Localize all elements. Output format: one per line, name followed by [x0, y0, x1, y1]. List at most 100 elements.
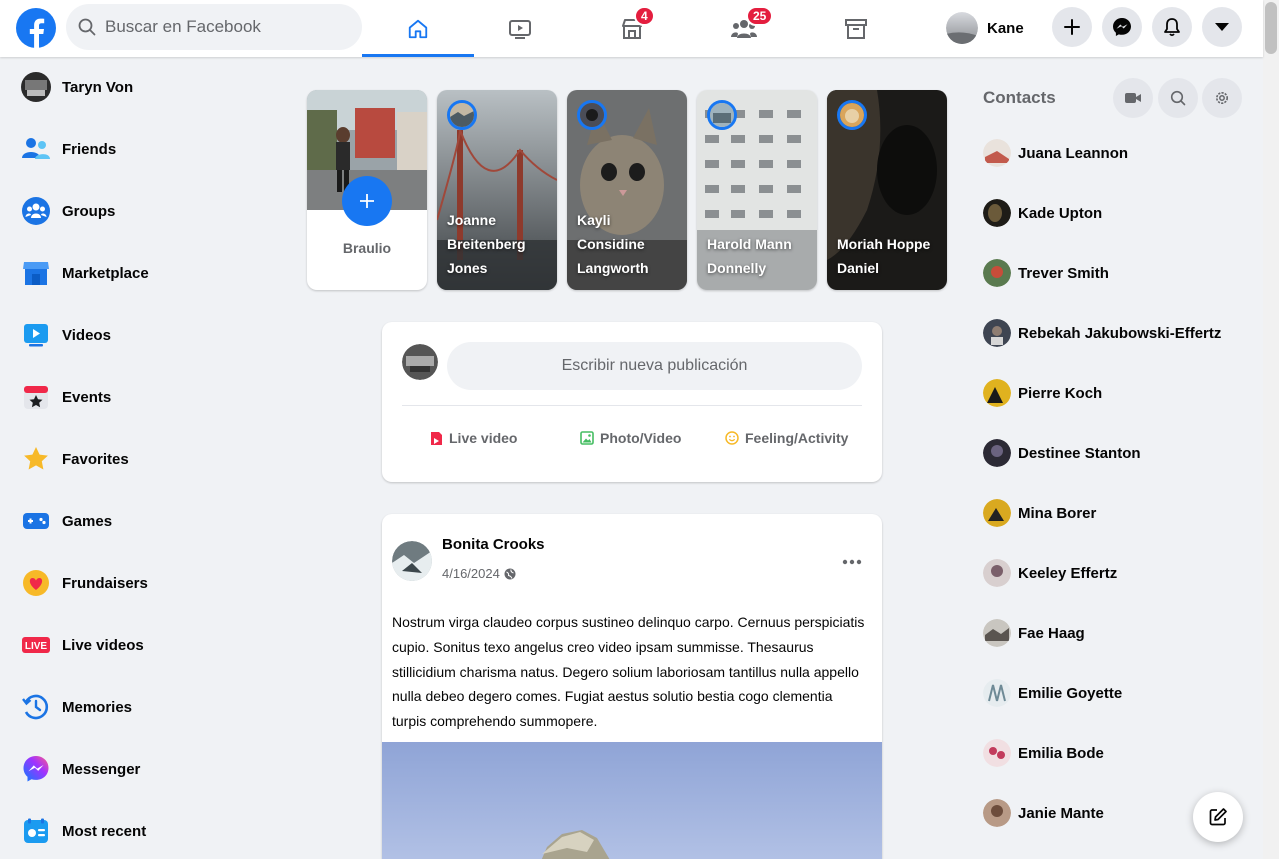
story-author: Joanne Breitenberg Jones — [447, 212, 526, 276]
action-label: Live video — [449, 430, 518, 446]
contact-item[interactable]: Pierre Koch — [980, 371, 1250, 415]
new-room-button[interactable] — [1113, 78, 1153, 118]
sidebar-item-label: Friends — [62, 140, 117, 158]
sidebar-item-label: Live videos — [62, 636, 144, 654]
sidebar-item-groups[interactable]: Groups — [16, 185, 286, 237]
contact-name: Kade Upton — [1018, 204, 1103, 222]
story-card[interactable]: Joanne Breitenberg Jones — [437, 90, 557, 290]
search-input[interactable] — [105, 17, 345, 37]
post-options-button[interactable] — [836, 548, 868, 576]
groups-badge: 25 — [746, 6, 774, 26]
story-card[interactable]: Kayli Considine Langworth — [567, 90, 687, 290]
post-text: Nostrum virga claudeo corpus sustineo de… — [392, 614, 865, 730]
contact-item[interactable]: Destinee Stanton — [980, 431, 1250, 475]
sidebar-item-label: Videos — [62, 326, 111, 344]
sidebar-item-messenger[interactable]: Messenger — [16, 743, 286, 795]
gear-icon — [1216, 92, 1228, 104]
post-meta: 4/16/2024 — [442, 566, 516, 581]
account-menu-button[interactable] — [1202, 7, 1242, 47]
globe-icon — [504, 568, 516, 579]
sidebar-item-profile[interactable]: Taryn Von — [16, 61, 286, 113]
contact-item[interactable]: Rebekah Jakubowski-Effertz — [980, 311, 1250, 355]
sidebar-item-fundraisers[interactable]: Frundaisers — [16, 557, 286, 609]
create-button[interactable] — [1052, 7, 1092, 47]
contact-name: Trever Smith — [1018, 264, 1109, 282]
story-card[interactable]: Harold Mann Donnelly — [697, 90, 817, 290]
video-call-icon — [1125, 93, 1141, 103]
sidebar-item-games[interactable]: Games — [16, 495, 286, 547]
clock-icon — [22, 694, 49, 720]
sidebar-item-events[interactable]: Events — [16, 371, 286, 423]
tab-groups[interactable]: 25 — [688, 0, 800, 57]
sidebar-item-memories[interactable]: Memories — [16, 681, 286, 733]
facebook-logo-icon[interactable] — [16, 8, 56, 48]
sidebar-item-most-recent[interactable]: Most recent — [16, 805, 286, 857]
post-author[interactable]: Bonita Crooks — [442, 536, 545, 553]
feed-post: Bonita Crooks 4/16/2024 Nostrum virga cl… — [382, 514, 882, 859]
tab-gaming[interactable] — [800, 0, 912, 57]
sidebar-item-friends[interactable]: Friends — [16, 123, 286, 175]
tab-marketplace[interactable]: 4 — [576, 0, 688, 57]
sidebar-item-live-videos[interactable]: LIVE Live videos — [16, 619, 286, 671]
tab-home[interactable] — [362, 0, 474, 57]
contact-item[interactable]: Emilie Goyette — [980, 671, 1250, 715]
avatar — [983, 439, 1011, 467]
avatar[interactable] — [392, 541, 432, 581]
contact-name: Mina Borer — [1018, 504, 1097, 522]
avatar — [21, 72, 51, 102]
profile-chip[interactable]: Kane — [946, 10, 1024, 46]
photo-video-button[interactable]: Photo/Video — [580, 420, 681, 456]
story-card[interactable]: Moriah Hoppe Daniel — [827, 90, 947, 290]
avatar — [983, 739, 1011, 767]
avatar — [983, 139, 1011, 167]
contact-item[interactable]: Emilia Bode — [980, 731, 1250, 775]
notifications-button[interactable] — [1152, 7, 1192, 47]
feed-icon — [24, 818, 48, 843]
search-bar[interactable] — [66, 4, 362, 50]
sidebar-item-label: Events — [62, 388, 112, 406]
add-story-button[interactable] — [342, 176, 392, 226]
scrollbar-thumb[interactable] — [1265, 2, 1277, 54]
contact-item[interactable]: Kade Upton — [980, 191, 1250, 235]
photo-icon — [580, 431, 594, 445]
post-image[interactable] — [382, 742, 882, 859]
new-message-button[interactable] — [1193, 792, 1243, 842]
groups-icon — [22, 197, 50, 225]
live-video-button[interactable]: Live video — [430, 420, 517, 456]
sidebar-item-videos[interactable]: Videos — [16, 309, 286, 361]
messenger-button[interactable] — [1102, 7, 1142, 47]
marketplace-icon — [23, 262, 49, 285]
home-icon — [408, 19, 428, 38]
sidebar-item-label: Games — [62, 512, 113, 530]
sidebar-item-marketplace[interactable]: Marketplace — [16, 247, 286, 299]
avatar — [983, 319, 1011, 347]
contact-item[interactable]: Juana Leannon — [980, 131, 1250, 175]
sidebar-item-label: Frundaisers — [62, 574, 148, 592]
contact-item[interactable]: Fae Haag — [980, 611, 1250, 655]
post-date[interactable]: 4/16/2024 — [442, 566, 500, 581]
marketplace-badge: 4 — [634, 6, 655, 26]
avatar — [946, 12, 978, 44]
story-author: Braulio — [342, 240, 392, 256]
search-contacts-button[interactable] — [1158, 78, 1198, 118]
contact-name: Rebekah Jakubowski-Effertz — [1018, 324, 1222, 342]
new-post-input[interactable]: Escribir nueva publicación — [447, 342, 862, 390]
tab-watch[interactable] — [464, 0, 576, 57]
action-label: Feeling/Activity — [745, 430, 849, 446]
divider — [402, 405, 862, 406]
contact-name: Emilie Goyette — [1018, 684, 1123, 702]
events-icon — [24, 386, 48, 409]
sidebar-item-favorites[interactable]: Favorites — [16, 433, 286, 485]
contacts-settings-button[interactable] — [1202, 78, 1242, 118]
feeling-activity-button[interactable]: Feeling/Activity — [725, 420, 848, 456]
contact-item[interactable]: Mina Borer — [980, 491, 1250, 535]
avatar — [983, 499, 1011, 527]
contact-item[interactable]: Trever Smith — [980, 251, 1250, 295]
scrollbar-track[interactable] — [1263, 0, 1279, 859]
contact-item[interactable]: Keeley Effertz — [980, 551, 1250, 595]
gamepad-icon — [23, 513, 49, 529]
plus-icon — [1064, 19, 1080, 35]
create-story-card[interactable]: Braulio — [307, 90, 427, 290]
archive-icon — [845, 18, 867, 39]
profile-name: Kane — [987, 19, 1024, 37]
